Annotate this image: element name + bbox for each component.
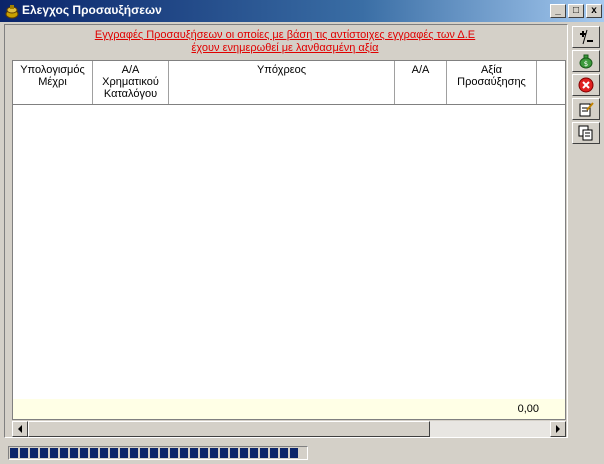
scroll-thumb[interactable]	[28, 421, 430, 437]
close-button[interactable]: x	[586, 4, 602, 18]
progress-block	[290, 448, 298, 458]
progress-block	[100, 448, 108, 458]
progress-block	[120, 448, 128, 458]
column-header-obligor[interactable]: Υπόχρεος	[169, 61, 395, 104]
main-window: Ελεγχος Προσαυξήσεων _ □ x Εγγραφές Προσ…	[0, 0, 604, 464]
progress-block	[30, 448, 38, 458]
progress-block	[130, 448, 138, 458]
arrow-right-icon	[556, 425, 560, 433]
status-progress-bar	[8, 446, 308, 460]
minimize-icon: _	[555, 5, 561, 16]
cancel-button[interactable]	[572, 74, 600, 96]
content-panel: Εγγραφές Προσαυξήσεων οι οποίες με βάση …	[4, 24, 568, 438]
progress-block	[60, 448, 68, 458]
column-header-calc-until[interactable]: Υπολογισμός Μέχρι	[13, 61, 93, 104]
progress-block	[220, 448, 228, 458]
total-row: 0,00	[13, 399, 565, 419]
column-header-label: Αξία Προσαύξησης	[457, 64, 526, 88]
title-bar[interactable]: Ελεγχος Προσαυξήσεων _ □ x	[0, 0, 604, 22]
progress-block	[140, 448, 148, 458]
column-header-aa-catalog[interactable]: Α/Α Χρηματικού Καταλόγου	[93, 61, 169, 104]
progress-block	[170, 448, 178, 458]
side-toolbar: $	[572, 26, 600, 150]
copy-icon	[578, 125, 593, 141]
progress-block	[180, 448, 188, 458]
column-header-label: Υπολογισμός Μέχρι	[20, 64, 85, 88]
column-header-surcharge-value[interactable]: Αξία Προσαύξησης	[447, 61, 537, 104]
edit-button[interactable]	[572, 98, 600, 120]
arrow-left-icon	[18, 425, 22, 433]
column-header-label: Α/Α Χρηματικού Καταλόγου	[102, 64, 159, 100]
progress-block	[200, 448, 208, 458]
scroll-right-button[interactable]	[550, 421, 566, 437]
column-header-label: Υπόχρεος	[256, 64, 307, 76]
column-header-label: Α/Α	[411, 64, 430, 76]
progress-block	[80, 448, 88, 458]
copy-button[interactable]	[572, 122, 600, 144]
progress-block	[230, 448, 238, 458]
progress-fill	[10, 448, 298, 458]
progress-block	[110, 448, 118, 458]
progress-block	[20, 448, 28, 458]
notice-text: Εγγραφές Προσαυξήσεων οι οποίες με βάση …	[5, 29, 565, 55]
progress-block	[270, 448, 278, 458]
progress-block	[280, 448, 288, 458]
horizontal-scrollbar[interactable]	[12, 421, 566, 437]
window-title: Ελεγχος Προσαυξήσεων	[22, 3, 162, 17]
progress-block	[190, 448, 198, 458]
progress-block	[150, 448, 158, 458]
progress-block	[260, 448, 268, 458]
minimize-button[interactable]: _	[550, 4, 566, 18]
progress-block	[70, 448, 78, 458]
progress-block	[240, 448, 248, 458]
progress-block	[40, 448, 48, 458]
money-bag-button[interactable]: $	[572, 50, 600, 72]
progress-block	[50, 448, 58, 458]
progress-block	[90, 448, 98, 458]
app-icon	[5, 5, 19, 19]
grid-header: Υπολογισμός Μέχρι Α/Α Χρηματικού Καταλόγου …	[13, 61, 565, 105]
plus-minus-button[interactable]	[572, 26, 600, 48]
progress-block	[10, 448, 18, 458]
notice-line-1: Εγγραφές Προσαυξήσεων οι οποίες με βάση …	[94, 29, 476, 41]
close-icon: x	[591, 5, 597, 16]
cancel-icon	[578, 77, 594, 93]
edit-icon	[579, 102, 594, 117]
maximize-button[interactable]: □	[568, 4, 584, 18]
notice-line-2: έχουν ενημερωθεί με λανθασμένη αξία	[191, 42, 379, 54]
scroll-left-button[interactable]	[12, 421, 28, 437]
maximize-icon: □	[572, 5, 580, 16]
money-bag-icon: $	[579, 54, 593, 69]
svg-text:$: $	[584, 60, 588, 68]
progress-block	[250, 448, 258, 458]
progress-block	[210, 448, 218, 458]
total-value: 0,00	[517, 403, 539, 415]
column-header-aa[interactable]: Α/Α	[395, 61, 447, 104]
data-grid[interactable]: Υπολογισμός Μέχρι Α/Α Χρηματικού Καταλόγου …	[12, 60, 566, 420]
column-header-extra[interactable]	[537, 61, 565, 104]
plus-minus-icon	[580, 29, 593, 45]
progress-block	[160, 448, 168, 458]
grid-body[interactable]	[13, 105, 565, 399]
